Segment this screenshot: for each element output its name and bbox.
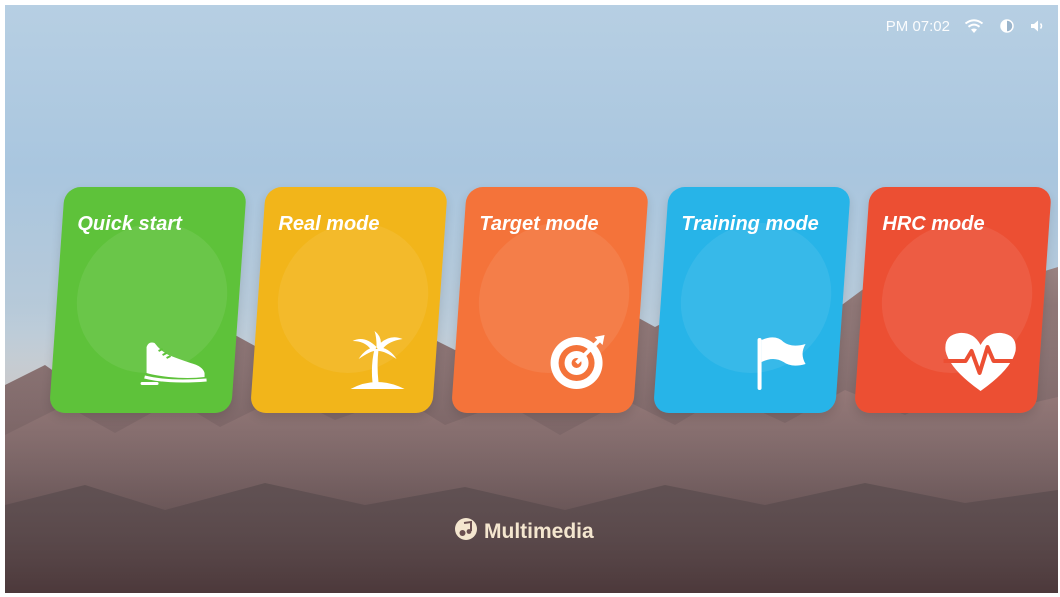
multimedia-button[interactable]: Multimedia — [454, 517, 594, 547]
card-label: Training mode — [681, 213, 819, 235]
card-target-mode[interactable]: Target mode — [451, 187, 649, 413]
shoe-icon — [137, 331, 215, 393]
card-training-mode[interactable]: Training mode — [653, 187, 851, 413]
card-real-mode[interactable]: Real mode — [250, 187, 448, 413]
flag-icon — [741, 331, 819, 393]
multimedia-label: Multimedia — [484, 520, 594, 543]
card-label: Quick start — [77, 213, 182, 235]
target-icon — [539, 331, 617, 393]
heart-rate-icon — [942, 331, 1020, 393]
card-label: Real mode — [278, 213, 380, 235]
mode-cards: Quick start Real mode Target mode Traini… — [5, 5, 1058, 593]
home-screen: PM 07:02 Quick start Real mode Target mo… — [5, 5, 1058, 593]
card-label: HRC mode — [882, 213, 985, 235]
card-quick-start[interactable]: Quick start — [49, 187, 247, 413]
palm-tree-icon — [338, 331, 416, 393]
card-label: Target mode — [479, 213, 599, 235]
music-note-icon — [454, 517, 478, 547]
card-hrc-mode[interactable]: HRC mode — [854, 187, 1052, 413]
